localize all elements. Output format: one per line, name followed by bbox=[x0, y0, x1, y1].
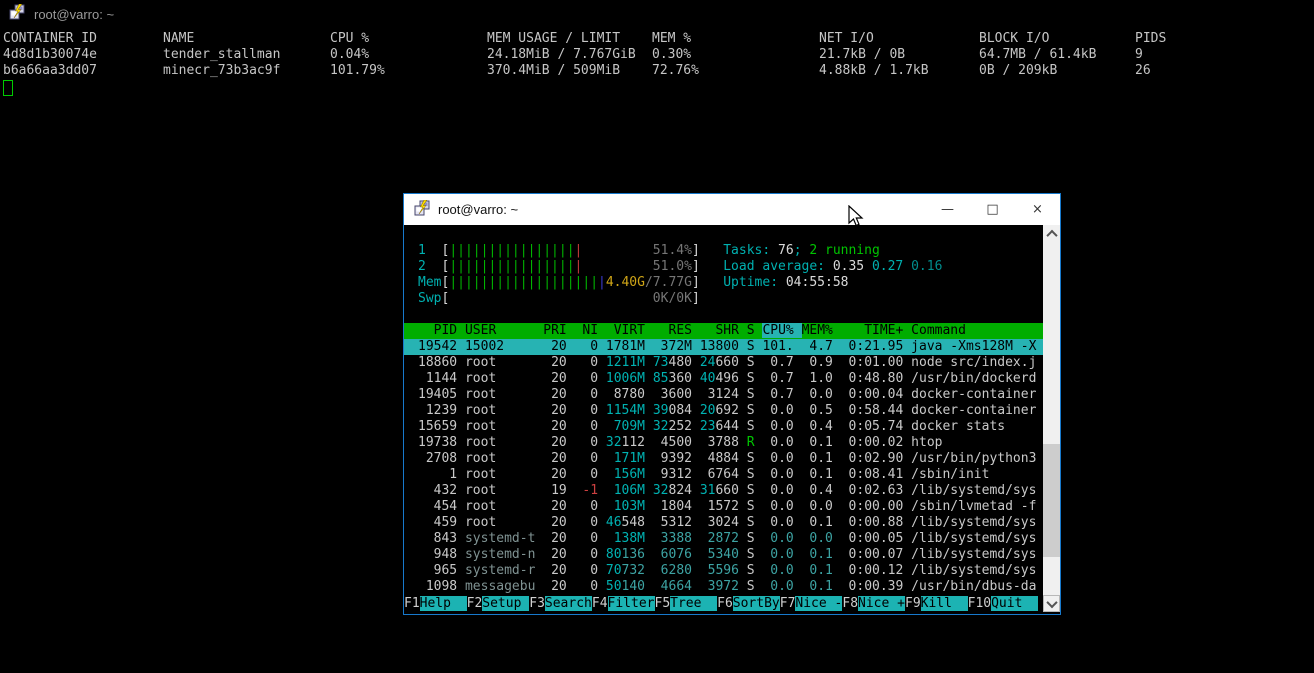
htop-terminal-window: root@varro: ~ — □ × 1 [|||||||||||||||||… bbox=[403, 193, 1061, 615]
docker-stats-cell: 0.30% bbox=[652, 47, 819, 63]
sort-column-header[interactable]: CPU% bbox=[762, 323, 801, 338]
process-row[interactable]: 18860 root 20 0 1211M 73480 24660 S 0.7 … bbox=[404, 355, 1043, 371]
process-table-header: PID USER PRI NI VIRT RES SHR S CPU% MEM%… bbox=[404, 323, 1043, 339]
column-header[interactable]: SHR bbox=[700, 323, 739, 338]
process-row[interactable]: 948 systemd-n 20 0 80136 6076 5340 S 0.0… bbox=[404, 547, 1043, 563]
process-row[interactable]: 19542 15002 20 0 1781M 372M 13800 S 101.… bbox=[404, 339, 1043, 355]
column-header[interactable]: Command bbox=[911, 323, 966, 338]
meter-cpu1: 1 [|||||||||||||||||51.4%] bbox=[418, 243, 700, 259]
htop-meters: 1 [|||||||||||||||||51.4%]2 [|||||||||||… bbox=[418, 243, 700, 307]
process-row[interactable]: 15659 root 20 0 709M 32252 23644 S 0.0 0… bbox=[404, 419, 1043, 435]
docker-stats-cell: 0B / 209kB bbox=[979, 63, 1135, 79]
docker-stats-cell: tender_stallman bbox=[163, 47, 330, 63]
background-terminal-title: root@varro: ~ bbox=[34, 7, 114, 22]
docker-stats-cell: minecr_73b3ac9f bbox=[163, 63, 330, 79]
docker-stats-cell: 24.18MiB / 7.767GiB bbox=[487, 47, 652, 63]
fkey-search[interactable]: F3Search bbox=[529, 596, 592, 612]
process-row[interactable]: 843 systemd-t 20 0 138M 3388 2872 S 0.0 … bbox=[404, 531, 1043, 547]
column-header[interactable]: PRI bbox=[543, 323, 566, 338]
summary-line-2: Load average: 0.35 0.27 0.16 bbox=[723, 259, 942, 275]
terminal-cursor bbox=[3, 80, 13, 96]
htop-summary: Tasks: 76; 2 runningLoad average: 0.35 0… bbox=[723, 243, 942, 291]
process-row[interactable]: 1239 root 20 0 1154M 39084 20692 S 0.0 0… bbox=[404, 403, 1043, 419]
fkey-tree[interactable]: F5Tree bbox=[655, 596, 718, 612]
docker-stats-header: MEM % bbox=[652, 31, 819, 47]
docker-stats-cell: 9 bbox=[1135, 47, 1314, 63]
desktop-screen: root@varro: ~ CONTAINER IDNAMECPU %MEM U… bbox=[0, 0, 1314, 673]
docker-stats-cell: 4d8d1b30074e bbox=[3, 47, 163, 63]
fkey-help[interactable]: F1Help bbox=[404, 596, 467, 612]
docker-stats-cell: 26 bbox=[1135, 63, 1314, 79]
fkey-kill[interactable]: F9Kill bbox=[905, 596, 968, 612]
fkey-filter[interactable]: F4Filter bbox=[592, 596, 655, 612]
fkey-nice[interactable]: F8Nice + bbox=[842, 596, 905, 612]
process-row[interactable]: 454 root 20 0 103M 1804 1572 S 0.0 0.0 0… bbox=[404, 499, 1043, 515]
docker-stats-header: CONTAINER ID bbox=[3, 31, 163, 47]
docker-stats-header: MEM USAGE / LIMIT bbox=[487, 31, 652, 47]
docker-stats-cell: 101.79% bbox=[330, 63, 487, 79]
column-header[interactable]: TIME+ bbox=[841, 323, 904, 338]
docker-stats-cell: 64.7MB / 61.4kB bbox=[979, 47, 1135, 63]
htop-content: 1 [|||||||||||||||||51.4%]2 [|||||||||||… bbox=[404, 225, 1060, 612]
docker-stats-cell: 370.4MiB / 509MiB bbox=[487, 63, 652, 79]
summary-line-1: Tasks: 76; 2 running bbox=[723, 243, 942, 259]
process-row[interactable]: 432 root 19 -1 106M 32824 31660 S 0.0 0.… bbox=[404, 483, 1043, 499]
process-row[interactable]: 459 root 20 0 46548 5312 3024 S 0.0 0.1 … bbox=[404, 515, 1043, 531]
summary-line-3: Uptime: 04:55:58 bbox=[723, 275, 942, 291]
meter-cpu2: 2 [|||||||||||||||||51.0%] bbox=[418, 259, 700, 275]
column-header[interactable]: S bbox=[747, 323, 755, 338]
process-row[interactable]: 1144 root 20 0 1006M 85360 40496 S 0.7 1… bbox=[404, 371, 1043, 387]
column-header[interactable]: MEM% bbox=[802, 323, 833, 338]
column-header[interactable]: VIRT bbox=[606, 323, 645, 338]
putty-icon bbox=[414, 200, 430, 220]
process-row[interactable]: 1 root 20 0 156M 9312 6764 S 0.0 0.1 0:0… bbox=[404, 467, 1043, 483]
htop-function-key-bar: F1Help F2Setup F3SearchF4FilterF5Tree F6… bbox=[404, 596, 1043, 612]
scrollbar[interactable] bbox=[1043, 225, 1060, 612]
column-header[interactable]: USER bbox=[465, 323, 535, 338]
maximize-button[interactable]: □ bbox=[970, 194, 1015, 225]
column-header[interactable]: NI bbox=[575, 323, 598, 338]
process-row[interactable]: 1098 messagebu 20 0 50140 4664 3972 S 0.… bbox=[404, 579, 1043, 595]
docker-stats-header: PIDS bbox=[1135, 31, 1314, 47]
htop-window-titlebar[interactable]: root@varro: ~ — □ × bbox=[404, 194, 1060, 225]
docker-stats-header: NAME bbox=[163, 31, 330, 47]
mouse-cursor-icon bbox=[848, 205, 866, 233]
column-header[interactable]: RES bbox=[653, 323, 692, 338]
fkey-nice[interactable]: F7Nice - bbox=[780, 596, 843, 612]
docker-stats-header: BLOCK I/O bbox=[979, 31, 1135, 47]
fkey-setup[interactable]: F2Setup bbox=[467, 596, 530, 612]
scrollbar-thumb[interactable] bbox=[1043, 444, 1060, 557]
background-terminal-titlebar[interactable]: root@varro: ~ bbox=[0, 0, 1314, 28]
docker-stats-header: CPU % bbox=[330, 31, 487, 47]
docker-stats-cell: 21.7kB / 0B bbox=[819, 47, 979, 63]
fkey-sortby[interactable]: F6SortBy bbox=[717, 596, 780, 612]
column-header[interactable]: PID bbox=[418, 323, 457, 338]
putty-icon bbox=[9, 4, 25, 24]
process-row[interactable]: 2708 root 20 0 171M 9392 4884 S 0.0 0.1 … bbox=[404, 451, 1043, 467]
docker-stats-output: CONTAINER IDNAMECPU %MEM USAGE / LIMITME… bbox=[3, 31, 1314, 79]
scrollbar-down-icon[interactable] bbox=[1043, 595, 1060, 612]
docker-stats-cell: b6a66aa3dd07 bbox=[3, 63, 163, 79]
docker-stats-header: NET I/O bbox=[819, 31, 979, 47]
meter-mem: Mem[||||||||||||||||||||4.40G/7.77G] bbox=[418, 275, 700, 291]
docker-stats-cell: 72.76% bbox=[652, 63, 819, 79]
process-row[interactable]: 19738 root 20 0 32112 4500 3788 R 0.0 0.… bbox=[404, 435, 1043, 451]
scrollbar-up-icon[interactable] bbox=[1043, 225, 1060, 242]
docker-stats-cell: 0.04% bbox=[330, 47, 487, 63]
process-row[interactable]: 965 systemd-r 20 0 70732 6280 5596 S 0.0… bbox=[404, 563, 1043, 579]
close-button[interactable]: × bbox=[1015, 194, 1060, 225]
docker-stats-cell: 4.88kB / 1.7kB bbox=[819, 63, 979, 79]
meter-swp: Swp[0K/0K] bbox=[418, 291, 700, 307]
htop-process-table: PID USER PRI NI VIRT RES SHR S CPU% MEM%… bbox=[404, 323, 1043, 595]
minimize-button[interactable]: — bbox=[925, 194, 970, 225]
fkey-quit[interactable]: F10Quit bbox=[968, 596, 1038, 612]
process-row[interactable]: 19405 root 20 0 8780 3600 3124 S 0.7 0.0… bbox=[404, 387, 1043, 403]
